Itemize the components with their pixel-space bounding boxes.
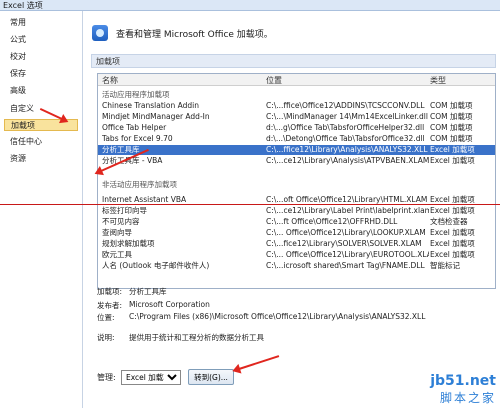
annotation-line bbox=[0, 204, 500, 205]
addin-location: C:\... Office\Office12\Library\LOOKUP.XL… bbox=[266, 228, 426, 237]
window-titlebar: Excel 选项 bbox=[0, 0, 500, 11]
detail-publisher-value: Microsoft Corporation bbox=[129, 300, 210, 309]
detail-publisher-label: 发布者: bbox=[97, 301, 123, 310]
addin-type: 智能标记 bbox=[430, 261, 460, 270]
section-title: 加载项 bbox=[96, 57, 120, 66]
options-sidebar: 常用 公式 校对 保存 高级 自定义 加载项 信任中心 资源 bbox=[0, 11, 83, 408]
addins-icon bbox=[92, 25, 108, 41]
page-title: 查看和管理 Microsoft Office 加载项。 bbox=[116, 30, 273, 40]
sidebar-item-trust-center[interactable]: 信任中心 bbox=[4, 136, 78, 148]
column-header-name[interactable]: 名称 bbox=[102, 75, 118, 86]
table-row-selected[interactable]: 分析工具库 C:\...ffice12\Library\Analysis\ANA… bbox=[98, 145, 495, 155]
table-header: 名称 位置 类型 bbox=[98, 74, 495, 86]
watermark-domain: jb51.net bbox=[430, 373, 496, 389]
site-watermark: jb51.net 脚本之家 bbox=[430, 373, 496, 406]
table-row[interactable]: 查阅向导 C:\... Office\Office12\Library\LOOK… bbox=[98, 228, 495, 238]
table-row[interactable]: Mindjet MindManager Add-In C:\...\MindMa… bbox=[98, 112, 495, 122]
addin-name: 分析工具库 bbox=[102, 145, 140, 154]
addin-type: Excel 加载项 bbox=[430, 250, 475, 259]
table-row[interactable]: 分析工具库 - VBA C:\...ce12\Library\Analysis\… bbox=[98, 156, 495, 166]
group-title-active: 活动应用程序加载项 bbox=[102, 90, 170, 99]
addin-location: d:\...g\Office Tab\TabsforOfficeHelper32… bbox=[266, 123, 425, 132]
table-row[interactable]: 不可见内容 C:\...ft Office\Office12\OFFRHD.DL… bbox=[98, 217, 495, 227]
table-row[interactable]: 人名 (Outlook 电子邮件收件人) C:\...icrosoft shar… bbox=[98, 261, 495, 271]
addin-name: Tabs for Excel 9.70 bbox=[102, 134, 173, 143]
sidebar-item-save[interactable]: 保存 bbox=[4, 68, 78, 80]
manage-label: 管理: bbox=[97, 373, 116, 382]
column-header-location[interactable]: 位置 bbox=[266, 75, 282, 86]
addin-type: Excel 加载项 bbox=[430, 228, 475, 237]
detail-addin-label: 加载项: bbox=[97, 287, 123, 296]
detail-addin-value: 分析工具库 bbox=[129, 287, 167, 296]
addin-location: C:\...ffice\Office12\ADDINS\TCSCCONV.DLL bbox=[266, 101, 425, 110]
table-row[interactable]: Office Tab Helper d:\...g\Office Tab\Tab… bbox=[98, 123, 495, 133]
main-panel: 查看和管理 Microsoft Office 加载项。 加载项 名称 位置 类型… bbox=[84, 11, 500, 408]
addin-name: 人名 (Outlook 电子邮件收件人) bbox=[102, 261, 210, 270]
addin-type: Excel 加载项 bbox=[430, 156, 475, 165]
addin-type: Excel 加载项 bbox=[430, 206, 475, 215]
table-row[interactable]: 标签打印向导 C:\...ce12\Library\Label Print\la… bbox=[98, 206, 495, 216]
table-row[interactable]: Chinese Translation Addin C:\...ffice\Of… bbox=[98, 101, 495, 111]
addin-name: Office Tab Helper bbox=[102, 123, 167, 132]
addin-location: C:\...icrosoft shared\Smart Tag\FNAME.DL… bbox=[266, 261, 425, 270]
addin-details: 加载项: 分析工具库 发布者: Microsoft Corporation 位置… bbox=[97, 286, 496, 346]
addin-location: C:\... Office\Office12\Library\EUROTOOL.… bbox=[266, 250, 429, 259]
sidebar-item-proofing[interactable]: 校对 bbox=[4, 51, 78, 63]
addin-name: 查阅向导 bbox=[102, 228, 132, 237]
addin-location: C:\...ffice12\Library\Analysis\ANALYS32.… bbox=[266, 145, 428, 154]
group-title-inactive: 非活动应用程序加载项 bbox=[102, 180, 177, 189]
sidebar-item-advanced[interactable]: 高级 bbox=[4, 85, 78, 97]
sidebar-item-formulas[interactable]: 公式 bbox=[4, 34, 78, 46]
table-row[interactable]: 规划求解加载项 C:\...fice12\Library\SOLVER\SOLV… bbox=[98, 239, 495, 249]
detail-location-value: C:\Program Files (x86)\Microsoft Office\… bbox=[129, 312, 426, 321]
table-row[interactable]: 欧元工具 C:\... Office\Office12\Library\EURO… bbox=[98, 250, 495, 260]
addin-location: C:\...\MindManager 14\Mm14ExcelLinker.dl… bbox=[266, 112, 428, 121]
addin-name: 规划求解加载项 bbox=[102, 239, 155, 248]
table-row[interactable]: Tabs for Excel 9.70 d:\...\Detong\Office… bbox=[98, 134, 495, 144]
sidebar-item-general[interactable]: 常用 bbox=[4, 17, 78, 29]
window-title: Excel 选项 bbox=[3, 1, 43, 10]
addin-location: d:\...\Detong\Office Tab\TabsforOffice32… bbox=[266, 134, 425, 143]
watermark-name: 脚本之家 bbox=[439, 391, 496, 405]
addin-type: COM 加载项 bbox=[430, 134, 473, 143]
manage-select[interactable]: Excel 加载项 bbox=[121, 370, 181, 385]
addin-name: 欧元工具 bbox=[102, 250, 132, 259]
addin-location: C:\...ce12\Library\Analysis\ATPVBAEN.XLA… bbox=[266, 156, 429, 165]
detail-description-label: 说明: bbox=[97, 333, 115, 342]
addin-location: C:\...ft Office\Office12\OFFRHD.DLL bbox=[266, 217, 398, 226]
addin-type: 文档检查器 bbox=[430, 217, 468, 226]
detail-description-value: 提供用于统计和工程分析的数据分析工具 bbox=[129, 333, 264, 342]
addin-type: COM 加载项 bbox=[430, 123, 473, 132]
detail-location-label: 位置: bbox=[97, 313, 115, 322]
addin-type: Excel 加载项 bbox=[430, 239, 475, 248]
addin-type: Excel 加载项 bbox=[430, 145, 475, 154]
addin-type: COM 加载项 bbox=[430, 101, 473, 110]
section-header: 加载项 bbox=[91, 54, 496, 68]
addins-table: 名称 位置 类型 活动应用程序加载项 Chinese Translation A… bbox=[97, 73, 496, 289]
sidebar-item-resources[interactable]: 资源 bbox=[4, 153, 78, 165]
addin-name: 不可见内容 bbox=[102, 217, 140, 226]
addin-name: Mindjet MindManager Add-In bbox=[102, 112, 210, 121]
addin-type: COM 加载项 bbox=[430, 112, 473, 121]
addin-location: C:\...ce12\Library\Label Print\labelprin… bbox=[266, 206, 429, 215]
addin-name: Chinese Translation Addin bbox=[102, 101, 199, 110]
column-header-type[interactable]: 类型 bbox=[430, 75, 446, 86]
addin-name: 标签打印向导 bbox=[102, 206, 147, 215]
addin-location: C:\...fice12\Library\SOLVER\SOLVER.XLAM bbox=[266, 239, 422, 248]
go-button[interactable]: 转到(G)... bbox=[188, 369, 234, 385]
